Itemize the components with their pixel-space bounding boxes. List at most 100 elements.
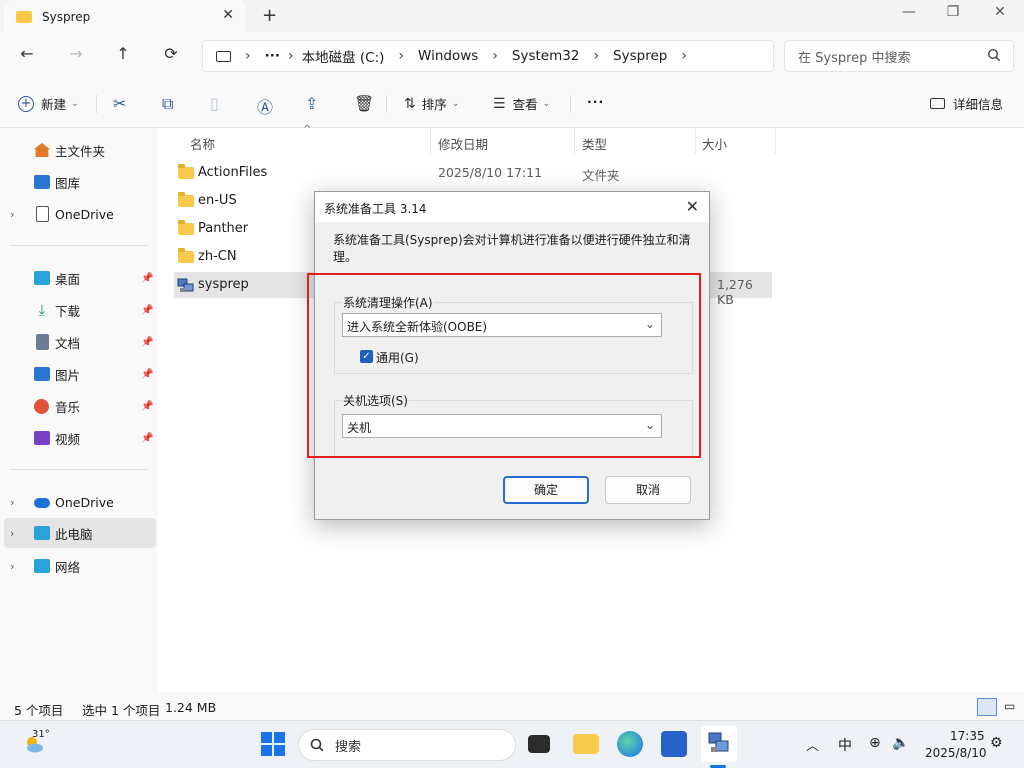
pin-icon[interactable]: 📌	[141, 337, 153, 348]
sidebar-item-gallery[interactable]: 图库	[0, 167, 158, 197]
column-header-name[interactable]: 名称	[190, 134, 215, 153]
sidebar-item-videos[interactable]: 视频 📌	[0, 423, 158, 453]
folder-icon	[178, 192, 194, 207]
address-bar[interactable]: › ··· › 本地磁盘 (C:) › Windows › System32 ›…	[202, 40, 774, 72]
tab-sysprep[interactable]: Sysprep ✕	[4, 0, 246, 33]
delete-button[interactable]: 🗑	[354, 94, 374, 113]
clock-date[interactable]: 2025/8/10	[925, 746, 987, 760]
dialog-close-button[interactable]: ✕	[686, 197, 699, 216]
breadcrumb-windows[interactable]: Windows	[418, 48, 478, 64]
pin-icon[interactable]: 📌	[141, 433, 153, 444]
sidebar-item-music[interactable]: 音乐 📌	[0, 391, 158, 421]
sidebar-item-onedrive[interactable]: › OneDrive	[0, 487, 158, 517]
breadcrumb-local-disk[interactable]: 本地磁盘 (C:)	[302, 46, 385, 66]
new-button[interactable]: + 新建 ⌄	[18, 94, 79, 113]
pin-icon[interactable]: 📌	[141, 273, 153, 284]
volume-icon[interactable]: 🔈	[892, 735, 909, 751]
chevron-down-icon: ⌄	[71, 98, 79, 109]
search-box[interactable]: 在 Sysprep 中搜索	[784, 40, 1014, 72]
chevron-right-icon[interactable]: ›	[10, 496, 14, 509]
breadcrumb-separator: ›	[492, 48, 498, 64]
details-pane-button[interactable]: 详细信息	[930, 94, 1003, 113]
show-hidden-icons-button[interactable]: ︿	[806, 735, 819, 754]
pin-icon[interactable]: 📌	[141, 305, 153, 316]
rename-button[interactable]: Ⓐ	[257, 94, 273, 118]
up-button[interactable]: ↑	[111, 44, 135, 63]
refresh-button[interactable]: ⟳	[159, 44, 183, 63]
item-count: 5 个项目	[14, 703, 64, 718]
sidebar-item-downloads[interactable]: ⤓ 下载 📌	[0, 295, 158, 325]
notifications-icon[interactable]: ⚙	[990, 735, 1003, 751]
cut-button[interactable]: ✂	[113, 94, 126, 113]
breadcrumb-separator: ›	[245, 48, 251, 64]
cancel-button[interactable]: 取消	[605, 476, 691, 504]
sysprep-taskbar-icon[interactable]	[701, 726, 737, 762]
music-icon	[34, 398, 49, 414]
column-divider[interactable]	[695, 128, 696, 154]
taskbar-search[interactable]: 搜索	[298, 729, 516, 761]
start-icon[interactable]	[260, 731, 286, 757]
sort-icon: ⇅	[404, 95, 416, 112]
view-icon: ☰	[493, 95, 506, 112]
breadcrumb-system32[interactable]: System32	[512, 48, 580, 64]
chevron-right-icon[interactable]: ›	[10, 560, 14, 573]
copy-button[interactable]: ⧉	[162, 94, 173, 114]
column-header-size[interactable]: 大小	[702, 134, 727, 153]
details-view-button[interactable]	[977, 698, 997, 716]
sidebar-item-this-pc[interactable]: › 此电脑	[4, 518, 156, 548]
back-button[interactable]: ←	[15, 44, 39, 63]
pin-icon[interactable]: 📌	[141, 369, 153, 380]
sidebar-item-home[interactable]: 主文件夹	[0, 135, 158, 165]
toolbar-divider	[96, 95, 97, 113]
ime-indicator[interactable]: 中	[838, 735, 852, 755]
paste-button[interactable]: ▯	[210, 94, 219, 113]
minimize-button[interactable]: —	[886, 4, 932, 20]
chevron-right-icon[interactable]: ›	[10, 208, 14, 221]
sidebar-item-label: 桌面	[55, 271, 81, 287]
view-button[interactable]: ☰ 查看 ⌄	[493, 94, 550, 113]
share-button[interactable]: ⇪	[305, 94, 318, 113]
new-label: 新建	[41, 97, 67, 112]
chevron-right-icon[interactable]: ›	[10, 527, 14, 540]
more-options-button[interactable]: ···	[587, 94, 604, 109]
file-name: sysprep	[198, 277, 249, 292]
forward-button[interactable]: →	[64, 44, 88, 63]
documents-icon	[36, 334, 49, 350]
sort-button[interactable]: ⇅ 排序 ⌄	[404, 94, 459, 113]
sidebar-item-onedrive-personal[interactable]: › OneDrive	[0, 199, 158, 229]
sidebar-item-documents[interactable]: 文档 📌	[0, 327, 158, 357]
tiles-view-button[interactable]: ▭	[1004, 699, 1015, 713]
new-tab-button[interactable]: +	[262, 5, 277, 26]
sidebar-item-pictures[interactable]: 图片 📌	[0, 359, 158, 389]
share-icon: ⇪	[305, 94, 319, 113]
selected-size: 1.24 MB	[165, 700, 217, 715]
sidebar-item-label: 音乐	[55, 399, 81, 415]
pin-icon[interactable]: 📌	[141, 401, 153, 412]
close-tab-icon[interactable]: ✕	[222, 7, 234, 23]
address-row: ← → ↑ ⟳ › ··· › 本地磁盘 (C:) › Windows › Sy…	[0, 32, 1024, 80]
breadcrumb-separator: ›	[593, 48, 600, 64]
dialog-title-bar: 系统准备工具 3.14 ✕	[315, 192, 709, 222]
task-view-icon[interactable]	[528, 735, 550, 753]
sidebar-item-desktop[interactable]: 桌面 📌	[0, 263, 158, 293]
file-explorer-icon[interactable]	[573, 734, 599, 754]
highlight-annotation	[307, 273, 701, 458]
breadcrumb-sysprep[interactable]: Sysprep	[613, 48, 667, 64]
column-header-type[interactable]: 类型	[582, 134, 607, 153]
edge-icon[interactable]	[617, 731, 643, 757]
toolbar-divider	[570, 95, 571, 113]
network-status-icon[interactable]: ⊕	[869, 735, 881, 751]
selected-count: 选中 1 个项目	[82, 703, 161, 718]
sidebar-item-network[interactable]: › 网络	[0, 551, 158, 581]
column-divider[interactable]	[574, 128, 575, 154]
file-row[interactable]: ActionFiles 2025/8/10 17:11 文件夹	[174, 160, 944, 186]
close-window-button[interactable]: ✕	[977, 4, 1023, 20]
clock-time[interactable]: 17:35	[950, 729, 985, 743]
store-icon[interactable]	[661, 731, 687, 757]
breadcrumb-more[interactable]: ···	[265, 48, 280, 64]
maximize-button[interactable]: ❐	[930, 4, 976, 20]
column-divider[interactable]	[775, 128, 776, 154]
ok-button[interactable]: 确定	[503, 476, 589, 504]
column-divider[interactable]	[430, 128, 431, 154]
column-header-date[interactable]: 修改日期	[438, 134, 488, 153]
